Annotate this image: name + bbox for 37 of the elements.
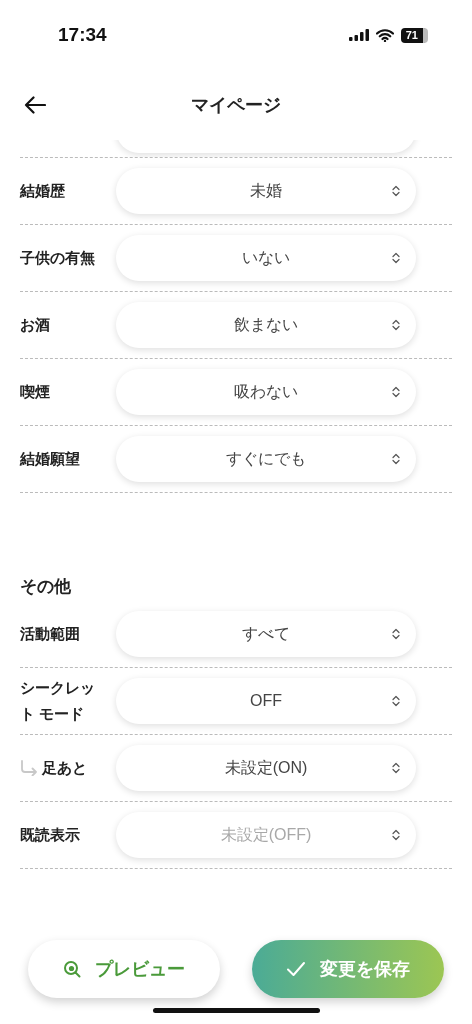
chevron-icon	[392, 453, 400, 465]
chevron-icon	[392, 319, 400, 331]
select-field[interactable]: すべて	[116, 611, 416, 657]
select-field[interactable]: 未設定(ON)	[116, 745, 416, 791]
select-field[interactable]: 吸わない	[116, 369, 416, 415]
chevron-icon	[392, 762, 400, 774]
chevron-icon	[392, 628, 400, 640]
field-label: 結婚歴	[20, 181, 65, 201]
chevron-icon	[392, 386, 400, 398]
select-field[interactable]: いない	[116, 235, 416, 281]
chevron-icon	[392, 695, 400, 707]
field-label: 喫煙	[20, 382, 50, 402]
select-field[interactable]: 飲まない	[116, 302, 416, 348]
battery-icon: 71	[400, 27, 428, 43]
wifi-icon	[375, 28, 394, 42]
field-label: 足あと	[42, 758, 87, 778]
chevron-icon	[392, 185, 400, 197]
preview-button[interactable]: プレビュー	[28, 940, 220, 998]
field-label: シークレット モード	[20, 678, 96, 724]
status-time: 17:34	[58, 24, 107, 46]
page-title: マイページ	[191, 94, 281, 117]
search-icon	[63, 960, 81, 978]
back-arrow-icon[interactable]	[24, 96, 46, 114]
select-field[interactable]: OFF	[116, 678, 416, 724]
chevron-icon	[392, 829, 400, 841]
sub-arrow-icon	[20, 760, 38, 776]
section-heading: その他	[20, 576, 72, 598]
signal-icon	[348, 29, 369, 41]
field-label: お酒	[20, 315, 50, 335]
field-label: 結婚願望	[20, 449, 80, 469]
field-label: 既読表示	[20, 825, 80, 845]
field-label: 子供の有無	[20, 248, 95, 268]
select-field[interactable]: 未婚	[116, 168, 416, 214]
check-icon	[286, 961, 306, 977]
chevron-icon	[392, 252, 400, 264]
field-label: 活動範囲	[20, 624, 80, 644]
select-field[interactable]: すぐにでも	[116, 436, 416, 482]
